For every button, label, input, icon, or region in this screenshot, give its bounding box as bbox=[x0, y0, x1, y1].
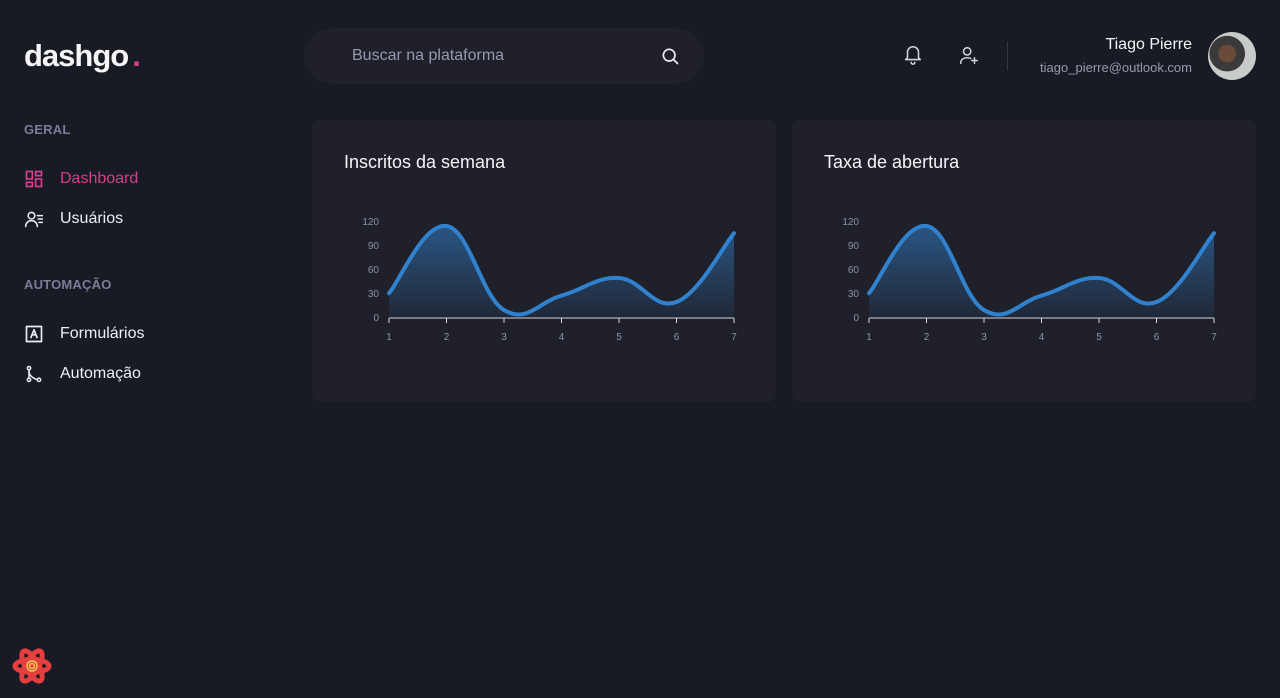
sidebar-item-automation[interactable]: Automação bbox=[24, 364, 264, 384]
section-title-general: GERAL bbox=[24, 122, 71, 137]
x-tick-label: 3 bbox=[981, 332, 987, 343]
form-icon bbox=[24, 324, 44, 344]
x-tick-label: 1 bbox=[866, 332, 872, 343]
x-tick-label: 6 bbox=[674, 332, 680, 343]
x-tick-label: 3 bbox=[501, 332, 507, 343]
header-actions bbox=[902, 44, 980, 66]
section-title-automation: AUTOMAÇÃO bbox=[24, 277, 112, 292]
chart-card-subscribers: Inscritos da semana 0 30 60 90 120 1 2 3 4 5 6 7 bbox=[312, 120, 776, 402]
sidebar-section-automation: AUTOMAÇÃO Formulários Automação bbox=[24, 277, 264, 384]
dashboard-icon bbox=[24, 169, 44, 189]
subscribers-chart: 0 30 60 90 120 1 2 3 4 5 6 7 bbox=[362, 217, 737, 343]
x-tick-label: 1 bbox=[386, 332, 392, 343]
y-tick-label: 60 bbox=[848, 265, 860, 276]
sidebar: GERAL Dashboard Usuários AUTOMAÇÃO Formu… bbox=[24, 122, 264, 384]
sidebar-item-label: Automação bbox=[60, 365, 141, 382]
sidebar-item-dashboard[interactable]: Dashboard bbox=[24, 169, 264, 189]
x-tick-label: 5 bbox=[1096, 332, 1102, 343]
y-tick-label: 90 bbox=[848, 241, 860, 252]
git-merge-icon bbox=[24, 364, 44, 384]
y-tick-label: 30 bbox=[848, 289, 860, 300]
brand-logo: dashgo. bbox=[24, 38, 141, 74]
x-tick-label: 2 bbox=[444, 332, 450, 343]
x-tick-label: 5 bbox=[616, 332, 622, 343]
search-input[interactable] bbox=[352, 47, 660, 65]
y-tick-label: 60 bbox=[368, 265, 380, 276]
sidebar-item-label: Dashboard bbox=[60, 170, 139, 187]
header-divider bbox=[1007, 42, 1008, 70]
brand-dot: . bbox=[132, 38, 141, 73]
x-tick-label: 2 bbox=[924, 332, 930, 343]
x-tick-label: 7 bbox=[731, 332, 737, 343]
sidebar-item-label: Usuários bbox=[60, 210, 124, 227]
sidebar-section-general: GERAL Dashboard Usuários bbox=[24, 122, 264, 229]
y-tick-label: 0 bbox=[853, 313, 859, 324]
sidebar-item-users[interactable]: Usuários bbox=[24, 209, 264, 229]
profile-email: tiago_pierre@outlook.com bbox=[1040, 60, 1192, 75]
y-tick-label: 0 bbox=[373, 313, 379, 324]
y-tick-label: 120 bbox=[842, 217, 859, 228]
profile-name: Tiago Pierre bbox=[1105, 36, 1192, 53]
y-tick-label: 30 bbox=[368, 289, 380, 300]
x-tick-label: 4 bbox=[1039, 332, 1045, 343]
user-plus-icon[interactable] bbox=[958, 44, 980, 66]
bell-icon[interactable] bbox=[902, 44, 924, 66]
x-tick-label: 4 bbox=[559, 332, 565, 343]
react-devtools-icon[interactable] bbox=[12, 646, 52, 686]
sidebar-item-forms[interactable]: Formulários bbox=[24, 324, 264, 344]
y-tick-label: 120 bbox=[362, 217, 379, 228]
brand-name: dashgo bbox=[24, 38, 129, 73]
user-profile[interactable]: Tiago Pierre tiago_pierre@outlook.com bbox=[1040, 36, 1192, 75]
y-tick-label: 90 bbox=[368, 241, 380, 252]
chart-card-open-rate: Taxa de abertura 0 30 60 90 120 1 2 3 4 5 6 7 bbox=[792, 120, 1256, 402]
sidebar-item-label: Formulários bbox=[60, 325, 145, 342]
area-fill bbox=[869, 225, 1214, 318]
avatar[interactable] bbox=[1208, 32, 1256, 80]
search-bar[interactable] bbox=[304, 28, 704, 84]
users-icon bbox=[24, 209, 44, 229]
open-rate-chart: 0 30 60 90 120 1 2 3 4 5 6 7 bbox=[842, 217, 1217, 343]
x-tick-label: 6 bbox=[1154, 332, 1160, 343]
area-fill bbox=[389, 225, 734, 318]
x-tick-label: 7 bbox=[1211, 332, 1217, 343]
search-icon[interactable] bbox=[660, 46, 680, 66]
